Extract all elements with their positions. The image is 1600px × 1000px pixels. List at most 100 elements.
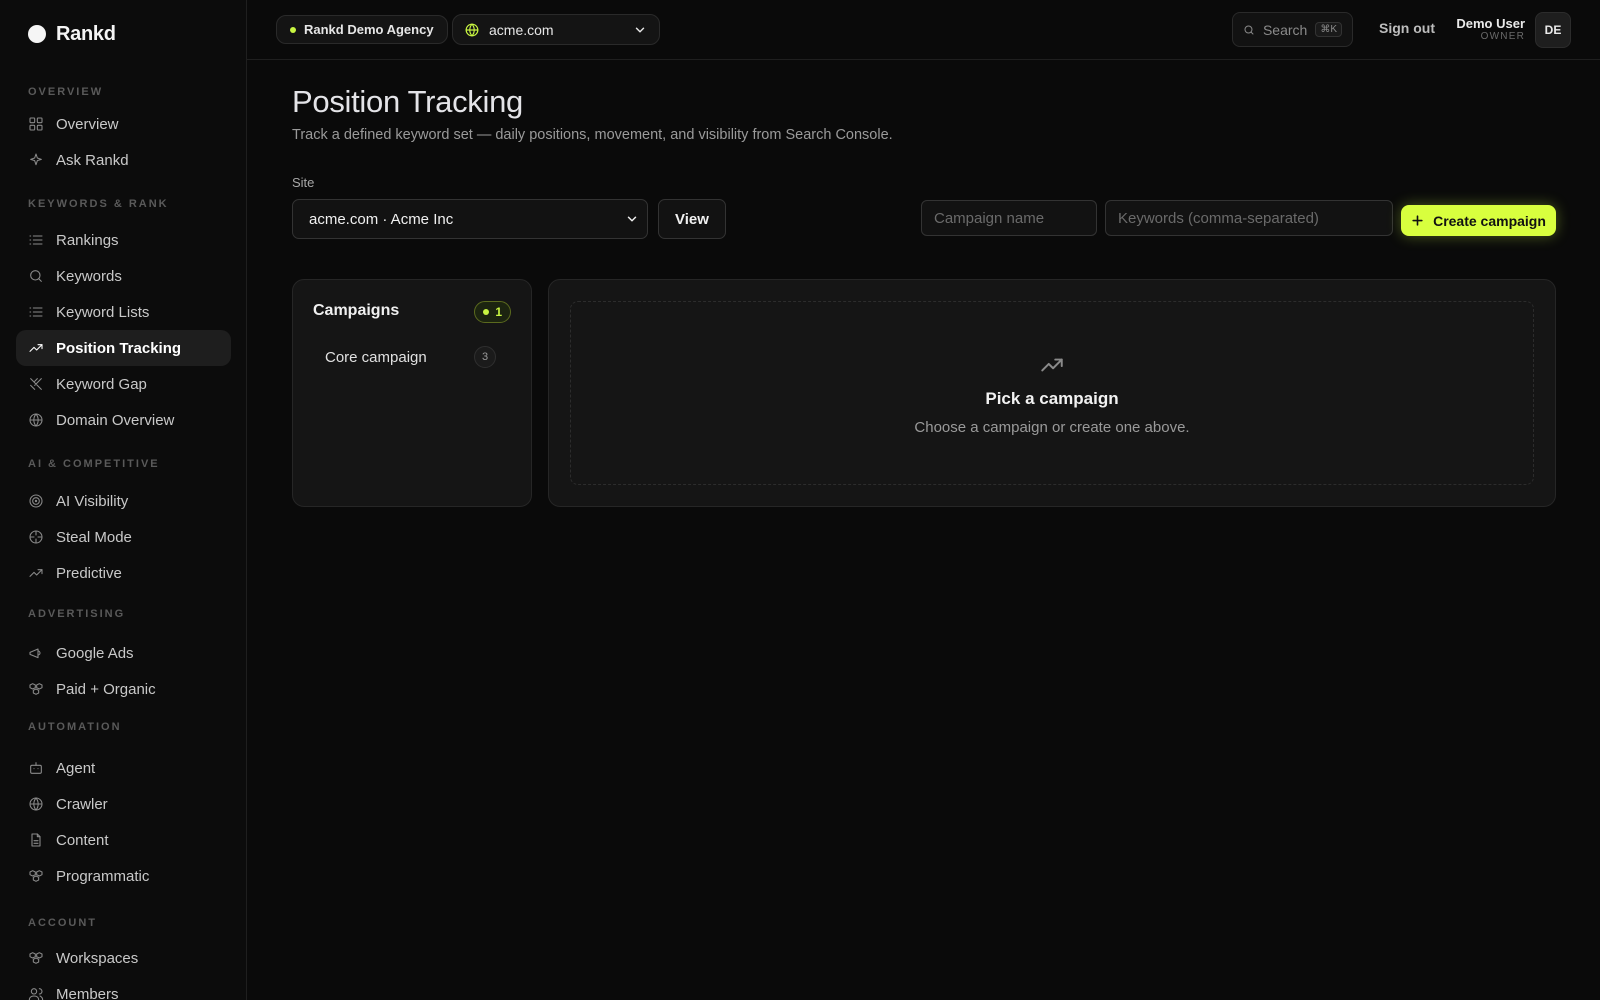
page-title: Position Tracking [292, 84, 523, 119]
sidebar-item-label: Ask Rankd [56, 151, 129, 169]
brand[interactable]: Rankd [28, 22, 116, 46]
sparkle-icon [30, 153, 42, 166]
boxes-icon [29, 683, 43, 695]
chevron-down-icon [635, 27, 645, 32]
sidebar-item-domain-overview[interactable]: Domain Overview [16, 402, 231, 438]
sidebar-item-google-ads[interactable]: Google Ads [16, 635, 231, 671]
campaigns-title: Campaigns [313, 302, 400, 319]
plus-icon [1412, 215, 1423, 226]
sidebar-item-label: Programmatic [56, 867, 150, 885]
search-icon [30, 270, 42, 282]
status-dot-icon [290, 26, 296, 33]
sidebar-item-label: AI Visibility [56, 492, 129, 510]
campaign-name-input[interactable]: Campaign name [921, 200, 1097, 236]
sidebar-item-label: Workspaces [56, 949, 139, 967]
sidebar-item-label: Predictive [56, 564, 122, 582]
topbar: Rankd Demo Agency acme.com Search ⌘K Sig… [247, 0, 1600, 60]
sidebar-item-overview[interactable]: Overview [16, 106, 231, 142]
boxes-icon [29, 870, 43, 882]
boxes-icon [29, 952, 43, 964]
sidebar-item-label: Overview [56, 115, 119, 133]
create-campaign-label: Create campaign [1433, 212, 1546, 229]
sidebar-item-keywords[interactable]: Keywords [16, 258, 231, 294]
sidebar-item-label: Position Tracking [56, 339, 182, 357]
sidebar-item-rankings[interactable]: Rankings [16, 222, 231, 258]
agency-name: Rankd Demo Agency [304, 22, 434, 37]
user-role: OWNER [1480, 31, 1525, 42]
campaign-detail-panel: Pick a campaign Choose a campaign or cre… [548, 279, 1556, 507]
sidebar-item-content[interactable]: Content [16, 822, 231, 858]
user-name: Demo User [1456, 16, 1525, 31]
bot-icon [30, 762, 42, 774]
sidebar-item-label: Domain Overview [56, 411, 175, 429]
sidebar-item-ai-visibility[interactable]: AI Visibility [16, 483, 231, 519]
empty-state-subtitle: Choose a campaign or create one above. [914, 419, 1190, 436]
sidebar-item-label: Content [56, 831, 109, 849]
sidebar-section-label: ACCOUNT [28, 917, 97, 929]
sidebar-item-members[interactable]: Members [16, 976, 231, 1000]
swords-icon [30, 378, 42, 390]
site-select[interactable]: acme.com · Acme Inc [292, 199, 648, 239]
search-shortcut: ⌘K [1315, 22, 1342, 37]
agency-switcher[interactable]: Rankd Demo Agency [276, 15, 448, 44]
sidebar-item-label: Keyword Gap [56, 375, 147, 393]
user-info: Demo User OWNER [1456, 16, 1525, 43]
campaigns-panel: Campaigns 1 Core campaign 3 [292, 279, 532, 507]
sidebar-item-keyword-lists[interactable]: Keyword Lists [16, 294, 231, 330]
globe-icon [465, 23, 479, 36]
logo-icon [28, 25, 46, 43]
file-icon [31, 833, 41, 847]
megaphone-icon [29, 648, 41, 659]
sidebar-section-label: KEYWORDS & RANK [28, 198, 169, 210]
trending-up-icon [29, 569, 43, 577]
site-select-value: acme.com · Acme Inc [309, 210, 454, 228]
sidebar-item-label: Google Ads [56, 644, 134, 662]
globe-icon [29, 413, 43, 427]
sidebar-item-ask-rankd[interactable]: Ask Rankd [16, 142, 231, 178]
sidebar-item-label: Agent [56, 759, 96, 777]
site-switcher-label: acme.com [489, 21, 554, 38]
sidebar-item-label: Members [56, 985, 119, 1000]
search-button[interactable]: Search ⌘K [1232, 12, 1353, 47]
trending-up-icon [29, 344, 43, 352]
campaigns-count-badge: 1 [474, 301, 511, 323]
globe-icon [29, 797, 43, 811]
search-icon [1244, 25, 1254, 34]
sidebar: Rankd OVERVIEW Overview Ask Rankd KEYWORDS … [0, 0, 247, 1000]
sign-out-button[interactable]: Sign out [1379, 20, 1435, 36]
sidebar-item-label: Paid + Organic [56, 680, 156, 698]
status-dot-icon [483, 309, 490, 315]
brand-name: Rankd [56, 22, 116, 45]
sidebar-item-steal-mode[interactable]: Steal Mode [16, 519, 231, 555]
sidebar-section-label: OVERVIEW [28, 86, 104, 98]
avatar[interactable]: DE [1535, 12, 1571, 48]
sidebar-item-workspaces[interactable]: Workspaces [16, 940, 231, 976]
page-subtitle: Track a defined keyword set — daily posi… [292, 127, 893, 143]
grid-icon [29, 117, 43, 131]
campaign-name: Core campaign [325, 348, 427, 366]
site-switcher[interactable]: acme.com [452, 14, 660, 45]
campaign-item[interactable]: Core campaign 3 [313, 342, 508, 372]
sidebar-item-crawler[interactable]: Crawler [16, 786, 231, 822]
sidebar-item-agent[interactable]: Agent [16, 750, 231, 786]
chevron-down-icon [627, 216, 637, 222]
campaign-keyword-count: 3 [474, 346, 496, 368]
keywords-input[interactable]: Keywords (comma-separated) [1105, 200, 1393, 236]
radar-icon [29, 494, 43, 508]
sidebar-item-programmatic[interactable]: Programmatic [16, 858, 231, 894]
sidebar-item-label: Crawler [56, 795, 108, 813]
view-button[interactable]: View [658, 199, 726, 239]
sidebar-item-paid-organic[interactable]: Paid + Organic [16, 671, 231, 707]
sidebar-section-label: AI & COMPETITIVE [28, 458, 160, 470]
sidebar-item-predictive[interactable]: Predictive [16, 555, 231, 591]
sidebar-section-label: AUTOMATION [28, 721, 122, 733]
sidebar-item-keyword-gap[interactable]: Keyword Gap [16, 366, 231, 402]
list-icon [29, 307, 43, 317]
create-campaign-button[interactable]: Create campaign [1401, 205, 1556, 236]
campaigns-count: 1 [495, 305, 502, 319]
sidebar-section-label: ADVERTISING [28, 608, 126, 620]
empty-state: Pick a campaign Choose a campaign or cre… [570, 301, 1534, 485]
users-icon [28, 988, 44, 1000]
site-label: Site [292, 175, 315, 190]
sidebar-item-position-tracking[interactable]: Position Tracking [16, 330, 231, 366]
